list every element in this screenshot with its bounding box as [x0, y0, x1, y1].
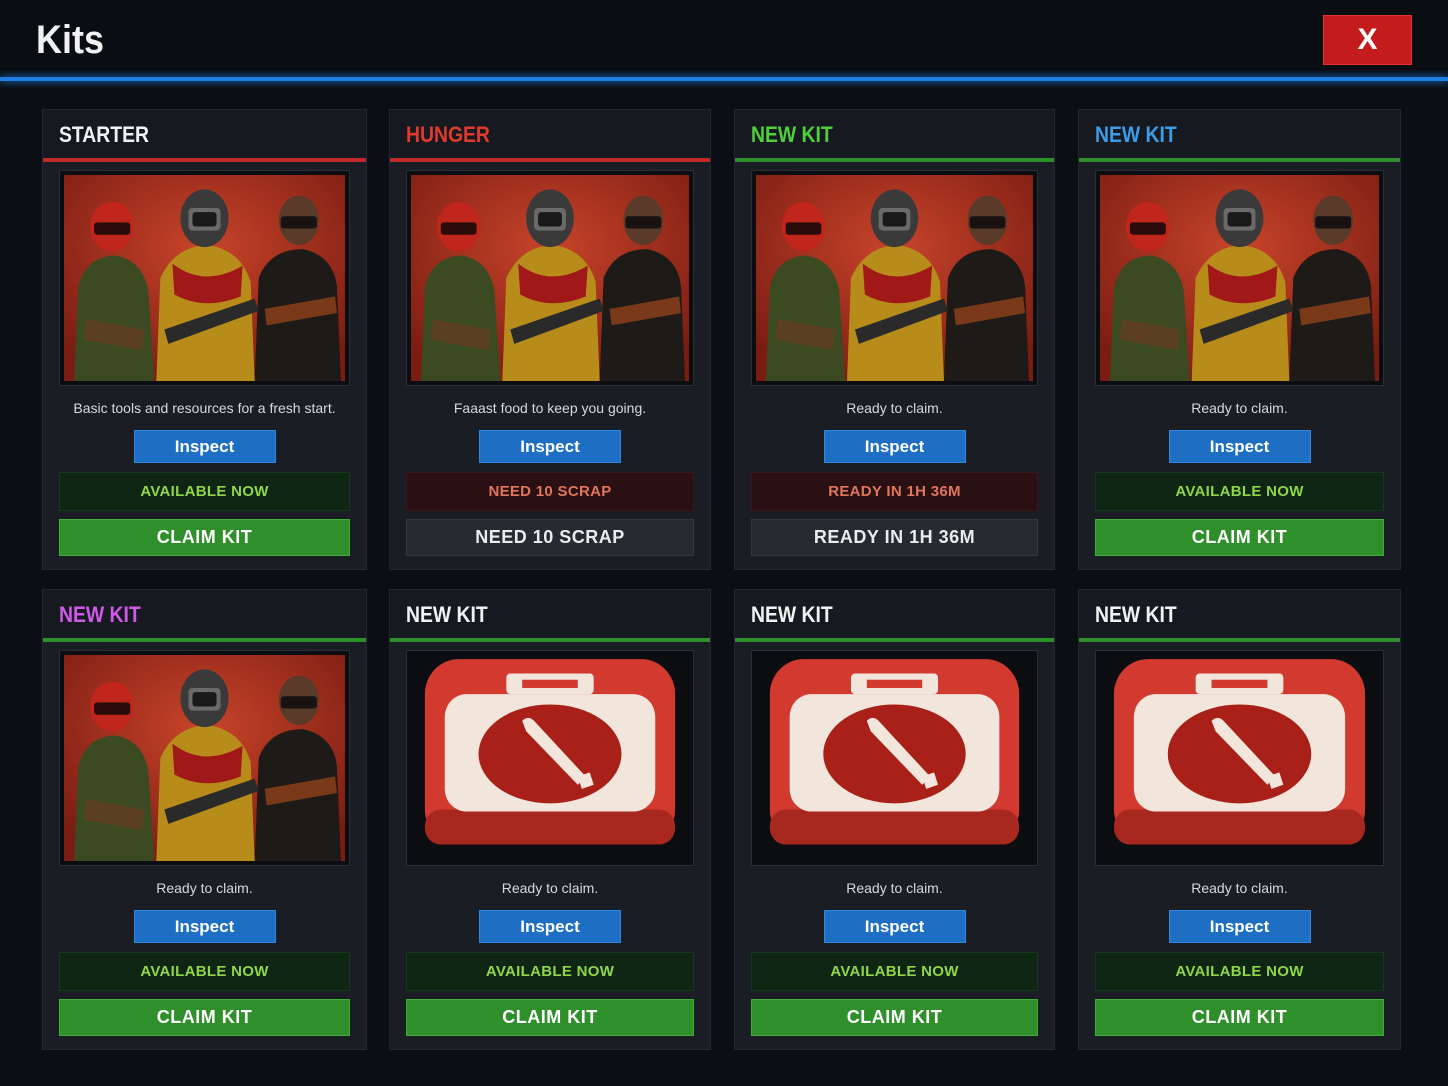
kit-status-badge: AVAILABLE NOW [751, 952, 1038, 991]
inspect-button[interactable]: Inspect [1168, 430, 1311, 463]
top-bar: Kits X [0, 0, 1448, 78]
kit-card: NEW KIT Ready to claim. Inspect AVAILABL… [42, 589, 367, 1050]
kit-accent-line [1079, 158, 1400, 162]
kit-title: NEW KIT [1095, 122, 1177, 147]
kit-accent-line [735, 158, 1054, 162]
kit-accent-line [1079, 638, 1400, 642]
kit-artwork-image [59, 650, 350, 866]
kit-card-header: NEW KIT [43, 590, 366, 638]
inspect-button[interactable]: Inspect [823, 910, 966, 943]
kit-card: NEW KIT Ready to claim. Inspect AVAILABL… [734, 589, 1055, 1050]
inspect-button[interactable]: Inspect [479, 910, 621, 943]
page-title: Kits [36, 18, 105, 62]
ammo-case-icon [751, 650, 1038, 866]
kit-description: Ready to claim. [846, 400, 943, 416]
inspect-button[interactable]: Inspect [1168, 910, 1311, 943]
kit-card: NEW KIT Ready to claim. Inspect READY IN… [734, 109, 1055, 570]
kit-accent-line [43, 158, 366, 162]
kit-accent-line [43, 638, 366, 642]
kit-description: Ready to claim. [846, 880, 943, 896]
inspect-button[interactable]: Inspect [133, 910, 276, 943]
kit-description: Ready to claim. [1191, 400, 1288, 416]
inspect-button[interactable]: Inspect [133, 430, 276, 463]
claim-kit-button[interactable]: CLAIM KIT [59, 999, 350, 1036]
kit-card-header: STARTER [43, 110, 366, 158]
kit-status-badge: AVAILABLE NOW [59, 952, 350, 991]
kit-card-header: NEW KIT [1079, 590, 1400, 638]
kit-artwork-image [59, 170, 350, 386]
claim-kit-button[interactable]: CLAIM KIT [406, 999, 694, 1036]
kit-card-header: NEW KIT [735, 590, 1054, 638]
kit-description: Faaast food to keep you going. [453, 400, 647, 416]
claim-kit-button[interactable]: CLAIM KIT [1095, 519, 1384, 556]
kit-title: HUNGER [406, 122, 490, 147]
kit-card: NEW KIT Ready to claim. Inspect AVAILABL… [389, 589, 711, 1050]
kit-status-badge: AVAILABLE NOW [406, 952, 694, 991]
claim-kit-button[interactable]: CLAIM KIT [751, 999, 1038, 1036]
kit-title: NEW KIT [1095, 602, 1177, 627]
kit-artwork-image [751, 170, 1038, 386]
header-divider [0, 77, 1448, 81]
kit-accent-line [735, 638, 1054, 642]
kit-card: HUNGER Faaast food to keep you going. In… [389, 109, 711, 570]
kit-card: NEW KIT Ready to claim. Inspect AVAILABL… [1078, 589, 1401, 1050]
kit-description: Basic tools and resources for a fresh st… [73, 400, 336, 416]
claim-kit-button-disabled[interactable]: READY IN 1H 36M [751, 519, 1038, 556]
kit-status-badge: READY IN 1H 36M [751, 472, 1038, 511]
kit-accent-line [390, 158, 710, 162]
kit-title: NEW KIT [59, 602, 141, 627]
kit-card: NEW KIT Ready to claim. Inspect AVAILABL… [1078, 109, 1401, 570]
kit-status-badge: AVAILABLE NOW [1095, 952, 1384, 991]
kit-card-header: NEW KIT [1079, 110, 1400, 158]
kit-artwork-image [1095, 170, 1384, 386]
kit-status-badge: AVAILABLE NOW [1095, 472, 1384, 511]
kit-card-header: NEW KIT [390, 590, 710, 638]
kit-status-badge: AVAILABLE NOW [59, 472, 350, 511]
ammo-case-icon [1095, 650, 1384, 866]
kit-status-badge: NEED 10 SCRAP [406, 472, 694, 511]
claim-kit-button[interactable]: CLAIM KIT [1095, 999, 1384, 1036]
kit-card-header: HUNGER [390, 110, 710, 158]
kit-description: Ready to claim. [156, 880, 253, 896]
kit-title: STARTER [59, 122, 149, 147]
kit-description: Ready to claim. [1191, 880, 1288, 896]
kit-artwork-image [406, 170, 694, 386]
claim-kit-button[interactable]: CLAIM KIT [59, 519, 350, 556]
kit-title: NEW KIT [406, 602, 488, 627]
claim-kit-button-disabled[interactable]: NEED 10 SCRAP [406, 519, 694, 556]
kit-title: NEW KIT [751, 602, 833, 627]
inspect-button[interactable]: Inspect [823, 430, 966, 463]
close-button[interactable]: X [1323, 15, 1412, 65]
ammo-case-icon [406, 650, 694, 866]
kit-accent-line [390, 638, 710, 642]
kit-description: Ready to claim. [501, 880, 599, 896]
kit-card-header: NEW KIT [735, 110, 1054, 158]
kit-title: NEW KIT [751, 122, 833, 147]
kit-card: STARTER Basic tools and resources for a … [42, 109, 367, 570]
inspect-button[interactable]: Inspect [479, 430, 621, 463]
